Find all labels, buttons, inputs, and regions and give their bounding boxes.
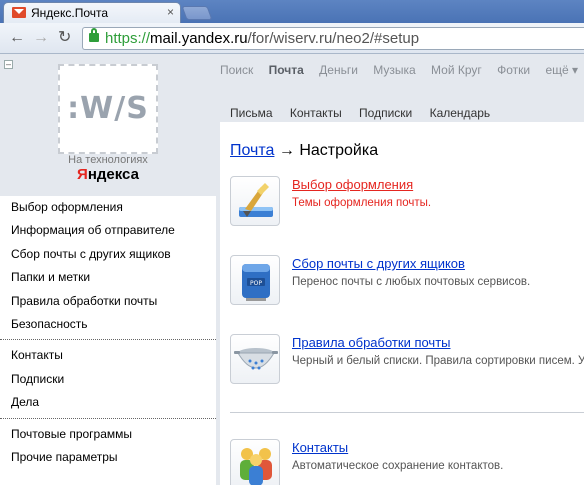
partner-logo: :W/S [67, 91, 149, 126]
tech-caption: На технологиях [68, 154, 148, 166]
menu-item-contacts[interactable]: Контакты [0, 344, 216, 367]
browser-toolbar: ← → ↻ https://mail.yandex.ru/for/wiserv.… [0, 23, 584, 54]
address-bar[interactable]: https://mail.yandex.ru/for/wiserv.ru/neo… [82, 27, 584, 50]
breadcrumb-mail-link[interactable]: Почта [230, 142, 274, 159]
menu-item-mail-rules[interactable]: Правила обработки почты [0, 290, 216, 313]
new-tab-button[interactable] [181, 6, 213, 20]
menu-divider [0, 417, 216, 419]
service-search[interactable]: Поиск [220, 63, 253, 77]
settings-content: Почта → Настройка Выбор оформления Темы … [220, 122, 584, 485]
service-more-dropdown[interactable]: ещё ▾ [545, 63, 578, 77]
sidebar-branding: – :W/S На технологиях Яндекса [0, 54, 216, 196]
page-title: Настройка [299, 142, 379, 159]
browser-tab-bar: Яндекс.Почта × [0, 0, 584, 23]
setting-contacts[interactable]: Контакты Автоматическое сохранение конта… [230, 439, 584, 485]
content-divider [230, 412, 584, 413]
tab-letters[interactable]: Письма [230, 106, 273, 120]
setting-desc: Автоматическое сохранение контактов. [292, 460, 504, 472]
menu-item-folders-labels[interactable]: Папки и метки [0, 266, 216, 289]
setting-title[interactable]: Правила обработки почты [292, 335, 451, 350]
setting-title[interactable]: Контакты [292, 440, 348, 455]
menu-item-subscriptions[interactable]: Подписки [0, 368, 216, 391]
lock-icon [89, 28, 99, 42]
collapse-button[interactable]: – [4, 60, 13, 69]
service-my-circle[interactable]: Мой Круг [431, 63, 482, 77]
setting-appearance[interactable]: Выбор оформления Темы оформления почты. [230, 176, 584, 228]
breadcrumb-arrow: → [274, 142, 300, 159]
mail-subnav: Письма Контакты Подписки Календарь [230, 106, 504, 120]
contacts-people-icon[interactable] [230, 439, 280, 485]
top-navigation: Поиск Почта Деньги Музыка Мой Круг Фотки… [220, 54, 584, 122]
tab-title: Яндекс.Почта [31, 6, 109, 20]
paint-brush-icon[interactable] [230, 176, 280, 226]
breadcrumb: Почта → Настройка [230, 142, 378, 160]
page: – :W/S На технологиях Яндекса Выбор офор… [0, 54, 584, 485]
url-host: mail.yandex.ru [150, 30, 248, 47]
browser-tab[interactable]: Яндекс.Почта × [3, 2, 181, 23]
url-text[interactable]: https://mail.yandex.ru/for/wiserv.ru/neo… [105, 30, 419, 47]
sidebar: – :W/S На технологиях Яндекса Выбор офор… [0, 54, 216, 485]
menu-item-security[interactable]: Безопасность [0, 313, 216, 336]
url-path: /for/wiserv.ru/neo2/#setup [247, 30, 420, 47]
menu-item-tasks[interactable]: Дела [0, 391, 216, 414]
settings-menu: Выбор оформления Информация об отправите… [0, 196, 216, 469]
menu-item-mail-collector[interactable]: Сбор почты с других ящиков [0, 243, 216, 266]
mailbox-icon[interactable]: POP [230, 255, 280, 305]
reload-icon[interactable]: ↻ [58, 29, 71, 47]
partner-logo-stamp[interactable]: :W/S [58, 64, 158, 154]
tab-contacts[interactable]: Контакты [290, 106, 342, 120]
setting-desc: Черный и белый списки. Правила сортировк… [292, 355, 584, 367]
service-music[interactable]: Музыка [373, 63, 415, 77]
close-tab-icon[interactable]: × [167, 5, 174, 19]
url-scheme: https:// [105, 30, 151, 47]
forward-arrow-icon[interactable]: → [33, 29, 49, 47]
setting-desc: Перенос почты с любых почтовых сервисов. [292, 276, 531, 288]
setting-mail-rules[interactable]: Правила обработки почты Черный и белый с… [230, 334, 584, 386]
back-arrow-icon[interactable]: ← [9, 29, 25, 47]
service-money[interactable]: Деньги [319, 63, 358, 77]
menu-item-other-settings[interactable]: Прочие параметры [0, 446, 216, 469]
service-mail[interactable]: Почта [269, 63, 304, 77]
yandex-mail-favicon-icon [12, 7, 26, 18]
setting-mail-collector[interactable]: POP Сбор почты с других ящиков Перенос п… [230, 255, 584, 307]
services-bar: Поиск Почта Деньги Музыка Мой Круг Фотки… [220, 63, 584, 77]
colander-icon[interactable] [230, 334, 280, 384]
menu-item-mail-clients[interactable]: Почтовые программы [0, 423, 216, 446]
tab-subscriptions[interactable]: Подписки [359, 106, 412, 120]
setting-title[interactable]: Сбор почты с других ящиков [292, 256, 465, 271]
setting-desc: Темы оформления почты. [292, 197, 432, 209]
menu-item-sender-info[interactable]: Информация об отправителе [0, 219, 216, 242]
setting-title[interactable]: Выбор оформления [292, 177, 413, 192]
menu-divider [0, 339, 216, 341]
yandex-logo-first-letter: Я [77, 166, 88, 183]
svg-text:POP: POP [250, 280, 262, 287]
menu-item-appearance[interactable]: Выбор оформления [0, 196, 216, 219]
service-photos[interactable]: Фотки [497, 63, 530, 77]
tab-calendar[interactable]: Календарь [430, 106, 491, 120]
yandex-logo-rest: ндекса [87, 166, 139, 183]
yandex-logo[interactable]: Яндекса [0, 166, 216, 183]
